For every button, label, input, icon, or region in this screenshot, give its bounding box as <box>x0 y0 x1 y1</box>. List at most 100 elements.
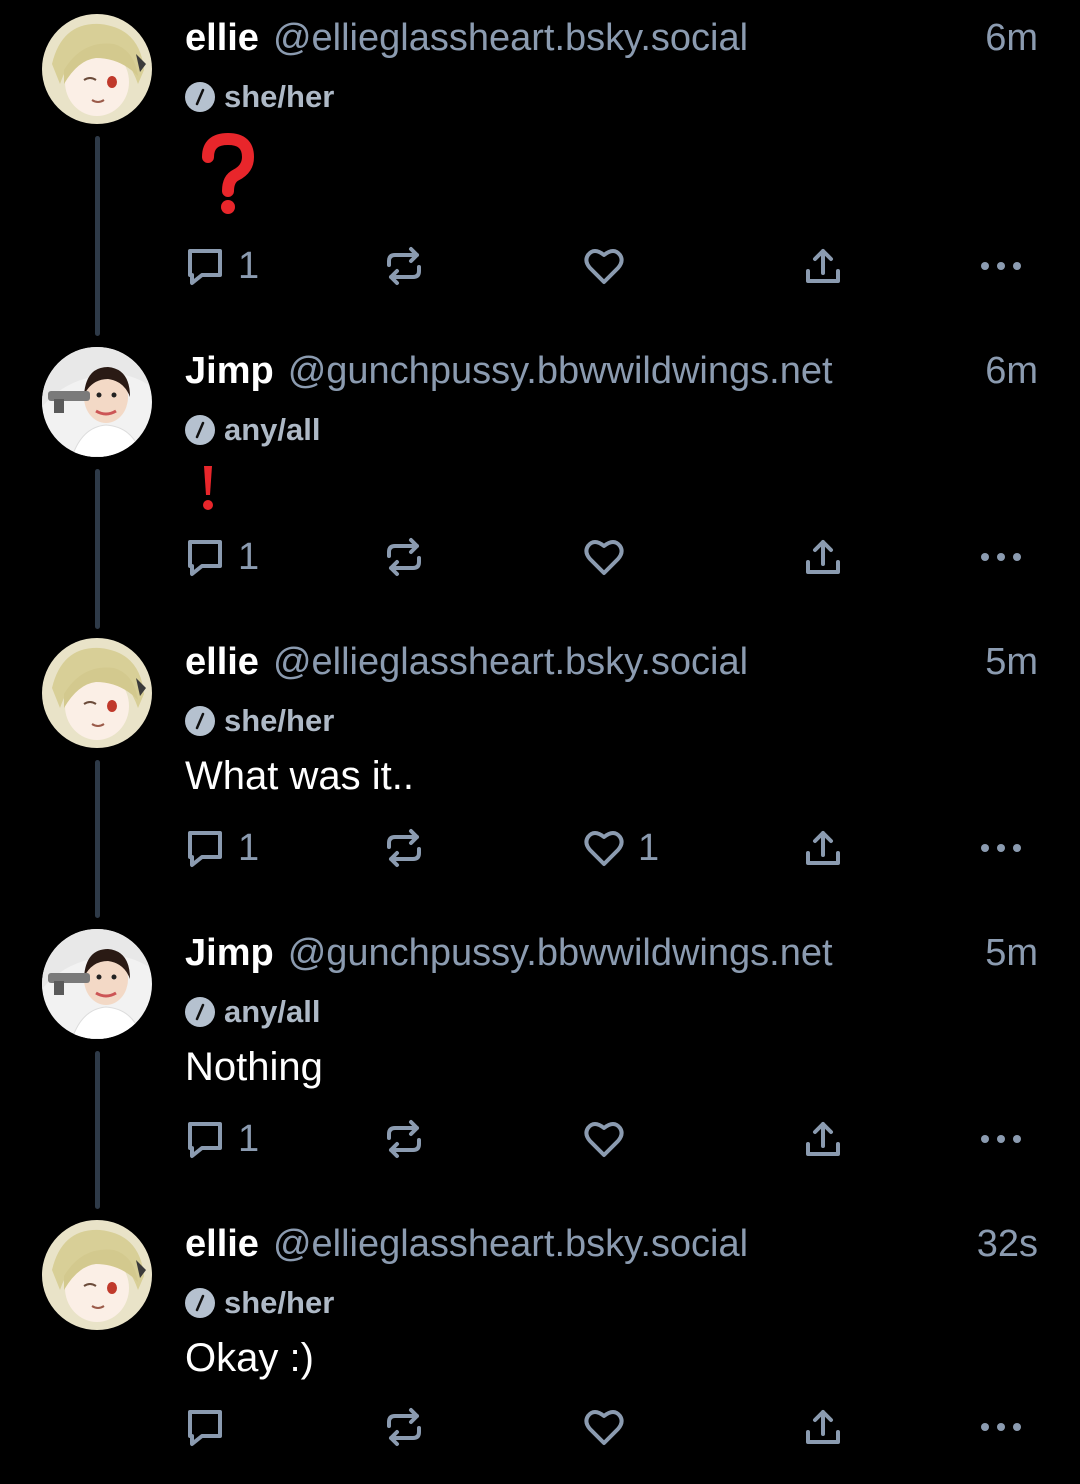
thread-view: ellie @ellieglassheart.bsky.social 6m sh… <box>0 0 1080 1484</box>
heart-icon <box>582 245 626 287</box>
pronouns-badge-icon <box>185 706 215 736</box>
avatar-ellie[interactable] <box>42 14 152 124</box>
more-options-button[interactable] <box>979 532 1023 582</box>
repost-button[interactable] <box>383 532 425 582</box>
handle[interactable]: @gunchpussy.bbwwildwings.net <box>288 350 833 393</box>
post-text: What was it.. <box>185 754 414 798</box>
avatar-ellie[interactable] <box>42 1220 152 1330</box>
like-button[interactable] <box>582 1402 638 1452</box>
more-options-button[interactable] <box>979 1114 1023 1164</box>
share-button[interactable] <box>802 823 844 873</box>
share-upload-icon <box>802 827 844 869</box>
timestamp[interactable]: 32s <box>977 1220 1038 1268</box>
exclamation-mark-emoji <box>196 463 220 518</box>
post-actions: 1 <box>0 532 1080 582</box>
like-button[interactable] <box>582 241 638 291</box>
display-name[interactable]: Jimp <box>185 350 274 393</box>
pronouns-badge-icon <box>185 997 215 1027</box>
handle[interactable]: @ellieglassheart.bsky.social <box>273 1223 748 1266</box>
handle[interactable]: @gunchpussy.bbwwildwings.net <box>288 932 833 975</box>
post[interactable]: ellie @ellieglassheart.bsky.social 5m sh… <box>0 624 1080 918</box>
post[interactable]: ellie @ellieglassheart.bsky.social 6m sh… <box>0 0 1080 336</box>
post-actions: 1 <box>0 241 1080 291</box>
repost-button[interactable] <box>383 1402 425 1452</box>
like-button[interactable] <box>582 532 638 582</box>
repost-arrows-icon <box>383 1406 425 1448</box>
handle[interactable]: @ellieglassheart.bsky.social <box>273 641 748 684</box>
post-header: Jimp @gunchpussy.bbwwildwings.net 5m <box>185 929 1038 977</box>
reply-button[interactable]: 1 <box>184 1114 259 1164</box>
thread-line <box>95 136 100 336</box>
post[interactable]: Jimp @gunchpussy.bbwwildwings.net 6m any… <box>0 333 1080 629</box>
like-button[interactable]: 1 <box>582 823 659 873</box>
more-options-button[interactable] <box>979 1402 1023 1452</box>
avatar-ellie[interactable] <box>42 638 152 748</box>
speech-bubble-icon <box>184 1406 226 1448</box>
more-options-button[interactable] <box>979 823 1023 873</box>
heart-icon <box>582 536 626 578</box>
question-mark-emoji <box>198 132 258 224</box>
share-button[interactable] <box>802 1402 844 1452</box>
more-dots-icon <box>979 1118 1023 1160</box>
repost-arrows-icon <box>383 1118 425 1160</box>
more-options-button[interactable] <box>979 241 1023 291</box>
heart-icon <box>582 827 626 869</box>
pronouns: any/all <box>185 994 321 1029</box>
display-name[interactable]: ellie <box>185 641 259 684</box>
timestamp[interactable]: 5m <box>985 929 1038 977</box>
post-header: ellie @ellieglassheart.bsky.social 6m <box>185 14 1038 62</box>
speech-bubble-icon <box>184 245 226 287</box>
post-header: Jimp @gunchpussy.bbwwildwings.net 6m <box>185 347 1038 395</box>
repost-arrows-icon <box>383 245 425 287</box>
post-header: ellie @ellieglassheart.bsky.social 5m <box>185 638 1038 686</box>
speech-bubble-icon <box>184 536 226 578</box>
display-name[interactable]: ellie <box>185 1223 259 1266</box>
post-actions: 1 1 <box>0 823 1080 873</box>
repost-button[interactable] <box>383 241 425 291</box>
post-text: Nothing <box>185 1045 323 1089</box>
pronouns: she/her <box>185 1285 335 1320</box>
reply-count: 1 <box>238 535 260 578</box>
timestamp[interactable]: 5m <box>985 638 1038 686</box>
heart-icon <box>582 1118 626 1160</box>
pronouns: she/her <box>185 79 335 114</box>
pronouns-text: she/her <box>224 79 335 114</box>
reply-count: 1 <box>238 1117 260 1160</box>
reply-button[interactable]: 1 <box>184 532 259 582</box>
avatar-jimp[interactable] <box>42 347 152 457</box>
timestamp[interactable]: 6m <box>985 347 1038 395</box>
handle[interactable]: @ellieglassheart.bsky.social <box>273 17 748 60</box>
post[interactable]: ellie @ellieglassheart.bsky.social 32s s… <box>0 1206 1080 1484</box>
pronouns-badge-icon <box>185 415 215 445</box>
repost-button[interactable] <box>383 1114 425 1164</box>
share-button[interactable] <box>802 532 844 582</box>
post-actions: 1 <box>0 1114 1080 1164</box>
post-text: Okay :) <box>185 1336 314 1380</box>
reply-button[interactable]: 1 <box>184 823 259 873</box>
speech-bubble-icon <box>184 827 226 869</box>
share-upload-icon <box>802 1118 844 1160</box>
more-dots-icon <box>979 827 1023 869</box>
post[interactable]: Jimp @gunchpussy.bbwwildwings.net 5m any… <box>0 915 1080 1209</box>
share-button[interactable] <box>802 1114 844 1164</box>
reply-button[interactable]: 1 <box>184 241 259 291</box>
pronouns-badge-icon <box>185 82 215 112</box>
timestamp[interactable]: 6m <box>985 14 1038 62</box>
repost-arrows-icon <box>383 827 425 869</box>
display-name[interactable]: Jimp <box>185 932 274 975</box>
like-button[interactable] <box>582 1114 638 1164</box>
pronouns-text: she/her <box>224 703 335 738</box>
pronouns-text: any/all <box>224 412 321 447</box>
repost-button[interactable] <box>383 823 425 873</box>
pronouns-badge-icon <box>185 1288 215 1318</box>
avatar-jimp[interactable] <box>42 929 152 1039</box>
reply-button[interactable] <box>184 1402 238 1452</box>
post-header: ellie @ellieglassheart.bsky.social 32s <box>185 1220 1038 1268</box>
share-button[interactable] <box>802 241 844 291</box>
share-upload-icon <box>802 536 844 578</box>
pronouns-text: she/her <box>224 1285 335 1320</box>
repost-arrows-icon <box>383 536 425 578</box>
post-actions <box>0 1402 1080 1452</box>
heart-icon <box>582 1406 626 1448</box>
display-name[interactable]: ellie <box>185 17 259 60</box>
